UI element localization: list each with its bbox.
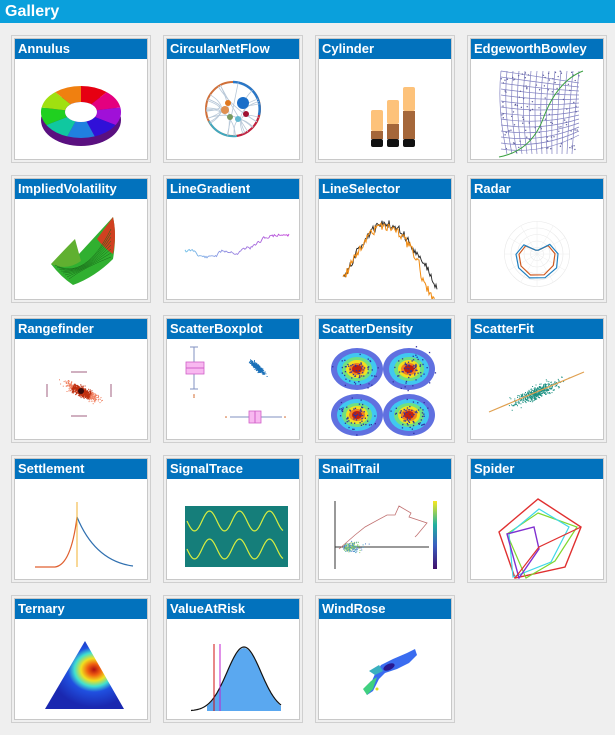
settlement-icon [15,479,147,579]
snail-trail-icon [319,479,451,579]
gallery-item-edgeworthbowley[interactable]: EdgeworthBowley [467,35,607,163]
gallery-card[interactable]: SnailTrail [318,458,452,580]
scatter-density-icon-graphic [331,346,437,436]
gallery-card[interactable]: Rangefinder [14,318,148,440]
gallery-item-windrose[interactable]: WindRose [315,595,455,723]
gallery-item-lineselector[interactable]: LineSelector [315,175,455,303]
signal-trace-icon [167,479,299,579]
gallery-card[interactable]: CircularNetFlow [166,38,300,160]
gallery-item-settlement[interactable]: Settlement [11,455,151,583]
gallery-item-circularnetflow[interactable]: CircularNetFlow [163,35,303,163]
gallery-item-rangefinder[interactable]: Rangefinder [11,315,151,443]
radar-chart-icon-graphic [504,221,570,287]
cylinder-bar-chart-icon [319,59,451,159]
gallery-item-impliedvolatility[interactable]: ImpliedVolatility [11,175,151,303]
line-selector-icon [319,199,451,299]
settlement-icon-graphic [35,502,134,568]
signal-trace-icon-graphic [185,506,288,567]
gallery-card[interactable]: WindRose [318,598,452,720]
gallery-card[interactable]: ValueAtRisk [166,598,300,720]
gallery-item-ternary[interactable]: Ternary [11,595,151,723]
gallery-item-radar[interactable]: Radar [467,175,607,303]
cylinder-bar-chart-icon-graphic [371,87,415,147]
gallery-item-label: CircularNetFlow [167,39,299,59]
snail-trail-icon-graphic [334,501,437,569]
gallery-item-label: ScatterDensity [319,319,451,339]
gallery-item-linegradient[interactable]: LineGradient [163,175,303,303]
scatter-fit-icon [471,339,603,439]
gallery-item-label: Radar [471,179,603,199]
gallery-item-label: ScatterBoxplot [167,319,299,339]
wind-rose-icon-graphic [363,649,417,695]
scatter-boxplot-icon [167,339,299,439]
gallery-item-label: ScatterFit [471,319,603,339]
rangefinder-icon [15,339,147,439]
gallery-item-valueatrisk[interactable]: ValueAtRisk [163,595,303,723]
rangefinder-icon-graphic [46,371,112,417]
scatter-density-icon [319,339,451,439]
spider-chart-icon [471,479,603,579]
gallery-item-label: LineSelector [319,179,451,199]
gallery-item-cylinder[interactable]: Cylinder [315,35,455,163]
gallery-item-snailtrail[interactable]: SnailTrail [315,455,455,583]
gallery-card[interactable]: ScatterBoxplot [166,318,300,440]
gallery-item-label: EdgeworthBowley [471,39,603,59]
gallery-item-label: ImpliedVolatility [15,179,147,199]
gallery-card[interactable]: ScatterDensity [318,318,452,440]
annulus-chart-icon-graphic [41,86,121,146]
gallery-item-label: Annulus [15,39,147,59]
window-title: Gallery [5,3,60,20]
spider-chart-icon-graphic [498,498,582,579]
gallery-item-signaltrace[interactable]: SignalTrace [163,455,303,583]
scatter-fit-icon-graphic [488,371,585,413]
gallery-card[interactable]: ScatterFit [470,318,604,440]
gallery-card[interactable]: Cylinder [318,38,452,160]
edgeworth-bowley-icon-graphic [498,70,584,158]
gallery-item-spider[interactable]: Spider [467,455,607,583]
ternary-plot-icon-graphic [45,641,124,709]
value-at-risk-icon-graphic [190,644,282,712]
gallery-item-scatterdensity[interactable]: ScatterDensity [315,315,455,443]
gallery-item-annulus[interactable]: Annulus [11,35,151,163]
gallery-card[interactable]: Spider [470,458,604,580]
gallery-card[interactable]: Ternary [14,598,148,720]
gallery-item-label: SignalTrace [167,459,299,479]
gallery-item-label: LineGradient [167,179,299,199]
implied-volatility-surface-icon [15,199,147,299]
circular-net-flow-icon [167,59,299,159]
gallery-item-label: Ternary [15,599,147,619]
gallery-item-label: SnailTrail [319,459,451,479]
gallery-item-label: Spider [471,459,603,479]
implied-volatility-surface-icon-graphic [51,217,115,285]
circular-net-flow-icon-graphic [205,80,261,138]
gallery-card[interactable]: LineGradient [166,178,300,300]
wind-rose-icon [319,619,451,719]
gallery-item-label: Rangefinder [15,319,147,339]
line-gradient-icon-graphic [184,233,290,259]
gallery-card[interactable]: LineSelector [318,178,452,300]
gallery-item-label: Cylinder [319,39,451,59]
gallery-title-bar: Gallery [0,0,615,23]
gallery-card[interactable]: SignalTrace [166,458,300,580]
gallery-item-scatterfit[interactable]: ScatterFit [467,315,607,443]
line-selector-icon-graphic [342,220,438,299]
gallery-card[interactable]: Settlement [14,458,148,580]
annulus-chart-icon [15,59,147,159]
radar-chart-icon [471,199,603,299]
gallery-card[interactable]: EdgeworthBowley [470,38,604,160]
line-gradient-icon [167,199,299,299]
gallery-card[interactable]: Annulus [14,38,148,160]
ternary-plot-icon [15,619,147,719]
gallery-card[interactable]: Radar [470,178,604,300]
gallery-item-label: WindRose [319,599,451,619]
value-at-risk-icon [167,619,299,719]
scatter-boxplot-icon-graphic [185,346,286,424]
gallery-card[interactable]: ImpliedVolatility [14,178,148,300]
edgeworth-bowley-icon [471,59,603,159]
gallery-item-label: Settlement [15,459,147,479]
gallery-item-scatterboxplot[interactable]: ScatterBoxplot [163,315,303,443]
gallery-item-label: ValueAtRisk [167,599,299,619]
